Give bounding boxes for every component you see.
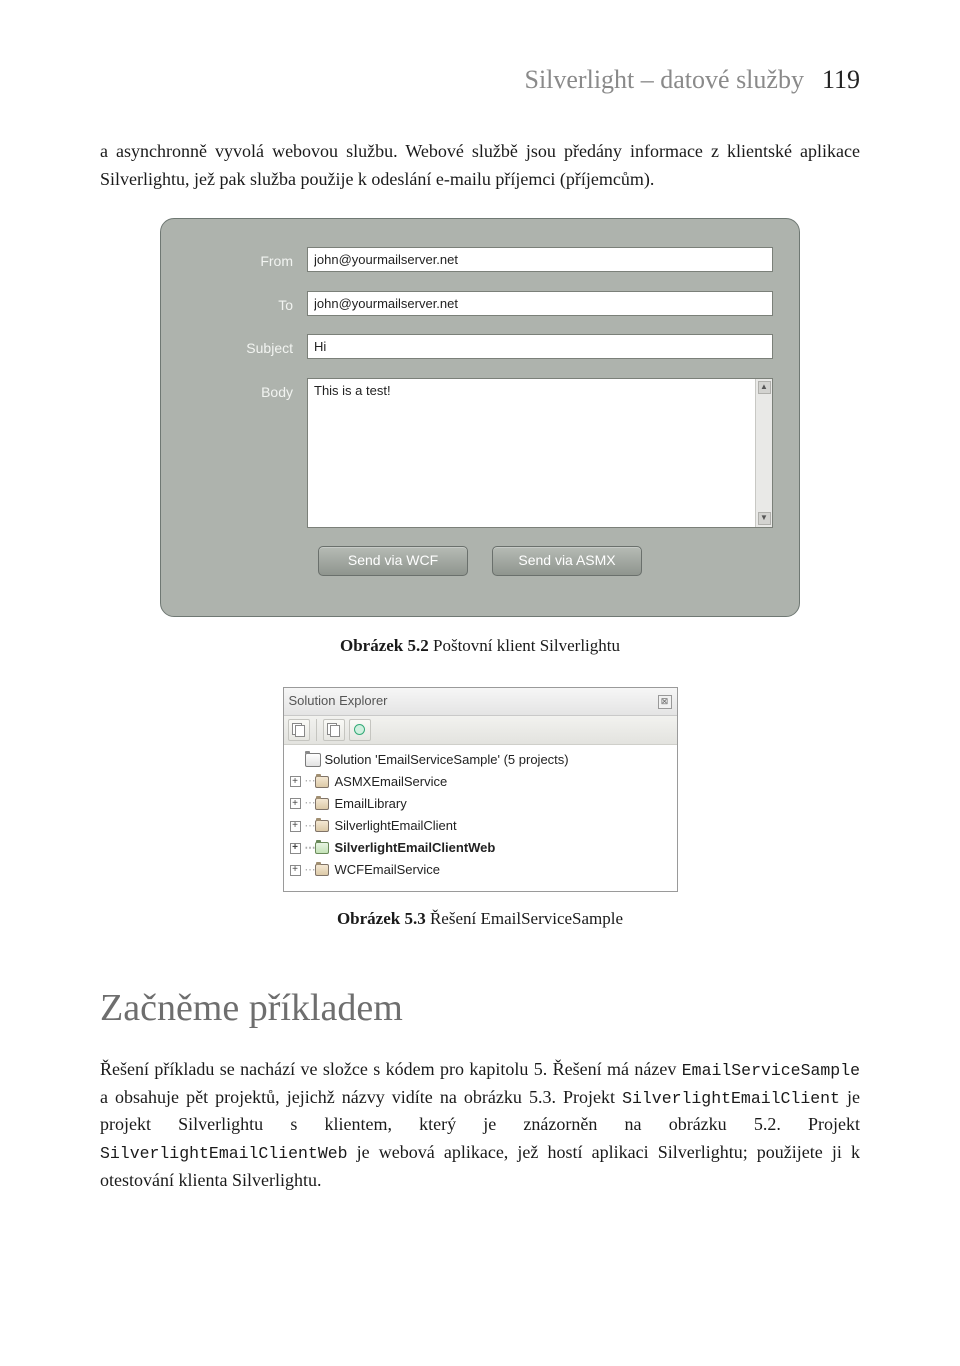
expand-toggle[interactable]: + — [290, 821, 301, 832]
body-field-wrapper: This is a test! ▲ ▼ — [307, 378, 773, 528]
pin-icon[interactable]: ⊠ — [658, 695, 672, 709]
section-heading: Začněme příkladem — [100, 979, 860, 1038]
project-label: SilverlightEmailClient — [335, 816, 457, 836]
tree-connector: ⋯ — [305, 862, 315, 879]
label-to: To — [187, 291, 307, 317]
caption-figure-2-text: Řešení EmailServiceSample — [426, 909, 623, 928]
figure-solution-explorer: Solution Explorer ⊠ Solution 'EmailServi… — [283, 687, 678, 892]
paragraph-intro: a asynchronně vyvolá webovou službu. Web… — [100, 138, 860, 194]
running-header: Silverlight – datové služby 119 — [100, 60, 860, 100]
figure-email-client: From To Subject Body This is a test! ▲ ▼… — [160, 218, 800, 617]
solution-explorer-title: Solution Explorer — [289, 691, 388, 711]
project-icon — [315, 775, 331, 789]
scroll-up-icon[interactable]: ▲ — [758, 381, 771, 394]
tree-connector: ⋯ — [305, 818, 315, 835]
solution-explorer-titlebar: Solution Explorer ⊠ — [284, 688, 677, 715]
toolbar-refresh-button[interactable] — [349, 719, 371, 741]
row-to: To — [187, 291, 773, 317]
show-all-icon — [327, 723, 340, 736]
toolbar-separator — [316, 719, 317, 741]
caption-figure-1-text: Poštovní klient Silverlightu — [429, 636, 620, 655]
row-subject: Subject — [187, 334, 773, 360]
tree-connector: ⋯ — [305, 795, 315, 812]
caption-figure-2: Obrázek 5.3 Řešení EmailServiceSample — [100, 906, 860, 932]
input-from[interactable] — [307, 247, 773, 272]
code-silverlightemailclient: SilverlightEmailClient — [622, 1089, 840, 1108]
page-number: 119 — [822, 60, 860, 100]
scrollbar[interactable]: ▲ ▼ — [755, 379, 772, 527]
toolbar-properties-button[interactable] — [288, 719, 310, 741]
solution-tree: Solution 'EmailServiceSample' (5 project… — [284, 745, 677, 892]
code-silverlightemailclientweb: SilverlightEmailClientWeb — [100, 1144, 348, 1163]
scroll-down-icon[interactable]: ▼ — [758, 512, 771, 525]
caption-figure-2-number: Obrázek 5.3 — [337, 909, 426, 928]
solution-icon — [305, 753, 321, 767]
label-subject: Subject — [187, 334, 307, 360]
send-asmx-button[interactable]: Send via ASMX — [492, 546, 642, 576]
toolbar-show-all-button[interactable] — [323, 719, 345, 741]
project-node[interactable]: + ⋯ SilverlightEmailClient — [290, 815, 671, 837]
solution-label: Solution 'EmailServiceSample' (5 project… — [325, 750, 569, 770]
properties-icon — [292, 723, 305, 736]
code-emailservicesample: EmailServiceSample — [682, 1061, 860, 1080]
refresh-icon — [354, 724, 365, 735]
solution-explorer-toolbar — [284, 716, 677, 745]
para2-text-2: a obsahuje pět projektů, jejichž názvy v… — [100, 1087, 622, 1107]
input-to[interactable] — [307, 291, 773, 316]
para2-text-1: Řešení příkladu se nachází ve složce s k… — [100, 1059, 682, 1079]
project-label: SilverlightEmailClientWeb — [335, 838, 496, 858]
tree-connector: ⋯ — [305, 840, 315, 857]
project-node[interactable]: + ⋯ EmailLibrary — [290, 793, 671, 815]
solution-node[interactable]: Solution 'EmailServiceSample' (5 project… — [290, 749, 671, 771]
row-from: From — [187, 247, 773, 273]
row-body: Body This is a test! ▲ ▼ — [187, 378, 773, 528]
input-subject[interactable] — [307, 334, 773, 359]
project-icon — [315, 819, 331, 833]
expand-toggle[interactable]: + — [290, 798, 301, 809]
textarea-body[interactable]: This is a test! — [308, 379, 755, 527]
label-body: Body — [187, 378, 307, 404]
project-node[interactable]: + ⋯ WCFEmailService — [290, 859, 671, 881]
expand-toggle[interactable]: + — [290, 843, 301, 854]
tree-connector: ⋯ — [305, 773, 315, 790]
project-label: EmailLibrary — [335, 794, 407, 814]
project-icon — [315, 797, 331, 811]
project-icon — [315, 841, 331, 855]
caption-figure-1: Obrázek 5.2 Poštovní klient Silverlightu — [100, 633, 860, 659]
project-label: ASMXEmailService — [335, 772, 448, 792]
project-icon — [315, 863, 331, 877]
project-label: WCFEmailService — [335, 860, 440, 880]
label-from: From — [187, 247, 307, 273]
expand-toggle[interactable]: + — [290, 865, 301, 876]
send-wcf-button[interactable]: Send via WCF — [318, 546, 468, 576]
expand-toggle[interactable]: + — [290, 776, 301, 787]
caption-figure-1-number: Obrázek 5.2 — [340, 636, 429, 655]
project-node[interactable]: + ⋯ SilverlightEmailClientWeb — [290, 837, 671, 859]
button-row: Send via WCF Send via ASMX — [187, 546, 773, 576]
paragraph-solution-detail: Řešení příkladu se nachází ve složce s k… — [100, 1056, 860, 1195]
project-node[interactable]: + ⋯ ASMXEmailService — [290, 771, 671, 793]
chapter-title: Silverlight – datové služby — [524, 60, 803, 100]
